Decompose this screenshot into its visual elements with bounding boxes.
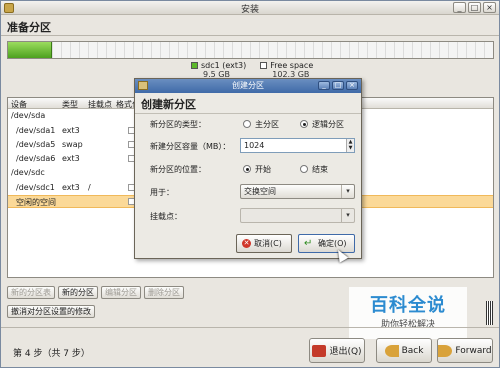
- chevron-down-icon: ▾: [341, 185, 354, 198]
- radio-logical-label[interactable]: 逻辑分区: [312, 119, 344, 130]
- cell-device: /dev/sda1: [16, 126, 56, 135]
- cell-device: /dev/sda5: [16, 140, 56, 149]
- ok-button[interactable]: ↵ 确定(O): [298, 234, 355, 253]
- minimize-button[interactable]: _: [453, 2, 466, 13]
- arrow-left-icon: [384, 344, 399, 357]
- watermark: 百科全说 助你轻松解决: [349, 287, 467, 339]
- cell-device: /dev/sda6: [16, 154, 56, 163]
- installer-window: 安装 _ □ × 准备分区 sdc1 (ext3) 9.5 GB Free sp…: [0, 0, 500, 368]
- dialog-app-icon: [138, 81, 148, 90]
- forward-label: Forward: [455, 345, 492, 356]
- partition-legend: sdc1 (ext3) 9.5 GB Free space 102.3 GB: [191, 61, 313, 79]
- mount-point-label: 挂载点：: [150, 212, 182, 221]
- legend-item: Free space 102.3 GB: [260, 61, 313, 79]
- legend-swatch-icon: [191, 62, 198, 69]
- used-segment: [8, 42, 52, 58]
- back-label: Back: [401, 345, 424, 356]
- chevron-down-icon: ▾: [341, 209, 354, 222]
- partition-type-label: 新分区的类型：: [150, 120, 206, 129]
- column-header-mount[interactable]: 挂载点: [88, 99, 112, 110]
- partition-usage-bar: [7, 41, 494, 59]
- cell-device: 空闲的空间: [16, 198, 56, 207]
- undo-changes-button[interactable]: 撤消对分区设置的修改: [7, 305, 95, 318]
- page-title: 准备分区: [7, 21, 51, 34]
- cell-device: /dev/sdc: [11, 168, 45, 177]
- dialog-close-button[interactable]: ×: [346, 81, 358, 90]
- legend-swatch-icon: [260, 62, 268, 69]
- arrow-right-icon: [438, 344, 453, 357]
- barcode-icon: [486, 301, 493, 325]
- cell-type: swap: [62, 140, 83, 149]
- back-button[interactable]: Back: [376, 338, 432, 363]
- cell-device: /dev/sdc1: [16, 183, 55, 192]
- quit-label: 退出(Q): [329, 347, 362, 357]
- dialog-titlebar: 创建分区 _ □ ×: [135, 79, 361, 93]
- dialog-title: 创建分区: [232, 81, 264, 90]
- divider: [135, 113, 361, 114]
- use-as-label: 用于：: [150, 188, 174, 197]
- quit-icon: [312, 344, 327, 357]
- watermark-title: 百科全说: [370, 295, 446, 316]
- divider: [1, 35, 499, 36]
- radio-logical[interactable]: [300, 120, 308, 128]
- radio-end[interactable]: [300, 165, 308, 173]
- legend-label: sdc1 (ext3): [201, 61, 247, 70]
- edit-partition-button[interactable]: 编辑分区: [101, 286, 141, 299]
- step-indicator: 第 4 步（共 7 步）: [13, 349, 90, 359]
- cell-type: ext3: [62, 154, 80, 163]
- radio-primary-label[interactable]: 主分区: [255, 119, 279, 130]
- dialog-heading: 创建新分区: [141, 98, 196, 111]
- create-partition-dialog: 创建分区 _ □ × 创建新分区 新分区的类型： 主分区 逻辑分区 新建分区容量…: [134, 78, 362, 259]
- close-button[interactable]: ×: [483, 2, 496, 13]
- quit-button[interactable]: 退出(Q): [309, 338, 365, 363]
- dialog-maximize-button[interactable]: □: [332, 81, 344, 90]
- legend-label: Free space: [270, 61, 314, 70]
- mount-point-select[interactable]: ▾: [240, 208, 355, 223]
- maximize-button[interactable]: □: [468, 2, 481, 13]
- enter-arrow-icon: ↵: [304, 238, 313, 249]
- delete-partition-button[interactable]: 删除分区: [144, 286, 184, 299]
- cancel-button[interactable]: ✕ 取消(C): [236, 234, 292, 253]
- cell-type: ext3: [62, 183, 80, 192]
- cell-mount: /: [88, 183, 91, 192]
- radio-start[interactable]: [243, 165, 251, 173]
- column-header-device[interactable]: 设备: [11, 99, 27, 110]
- partition-size-value: 1024: [244, 141, 265, 150]
- radio-primary[interactable]: [243, 120, 251, 128]
- radio-start-label[interactable]: 开始: [255, 164, 271, 175]
- cell-type: ext3: [62, 126, 80, 135]
- title-bar: 安装 _ □ ×: [1, 1, 499, 15]
- cancel-label: 取消(C): [254, 239, 282, 248]
- legend-item: sdc1 (ext3) 9.5 GB: [191, 61, 246, 79]
- watermark-subtitle: 助你轻松解决: [380, 320, 435, 330]
- column-header-type[interactable]: 类型: [62, 99, 78, 110]
- spin-arrows-icon[interactable]: ▲ ▼: [346, 139, 354, 152]
- forward-button[interactable]: Forward: [437, 338, 493, 363]
- cell-device: /dev/sda: [11, 111, 46, 120]
- new-partition-table-button[interactable]: 新的分区表: [7, 286, 55, 299]
- divider: [1, 327, 499, 328]
- partition-size-input[interactable]: 1024 ▲ ▼: [240, 138, 355, 153]
- partition-location-label: 新分区的位置：: [150, 165, 206, 174]
- new-partition-button[interactable]: 新的分区: [58, 286, 98, 299]
- radio-end-label[interactable]: 结束: [312, 164, 328, 175]
- partition-size-label: 新建分区容量（MB）：: [150, 142, 231, 151]
- use-as-value: 交换空间: [244, 187, 276, 196]
- dialog-minimize-button[interactable]: _: [318, 81, 330, 90]
- window-title: 安装: [240, 5, 259, 15]
- cancel-icon: ✕: [242, 239, 251, 248]
- use-as-select[interactable]: 交换空间 ▾: [240, 184, 355, 199]
